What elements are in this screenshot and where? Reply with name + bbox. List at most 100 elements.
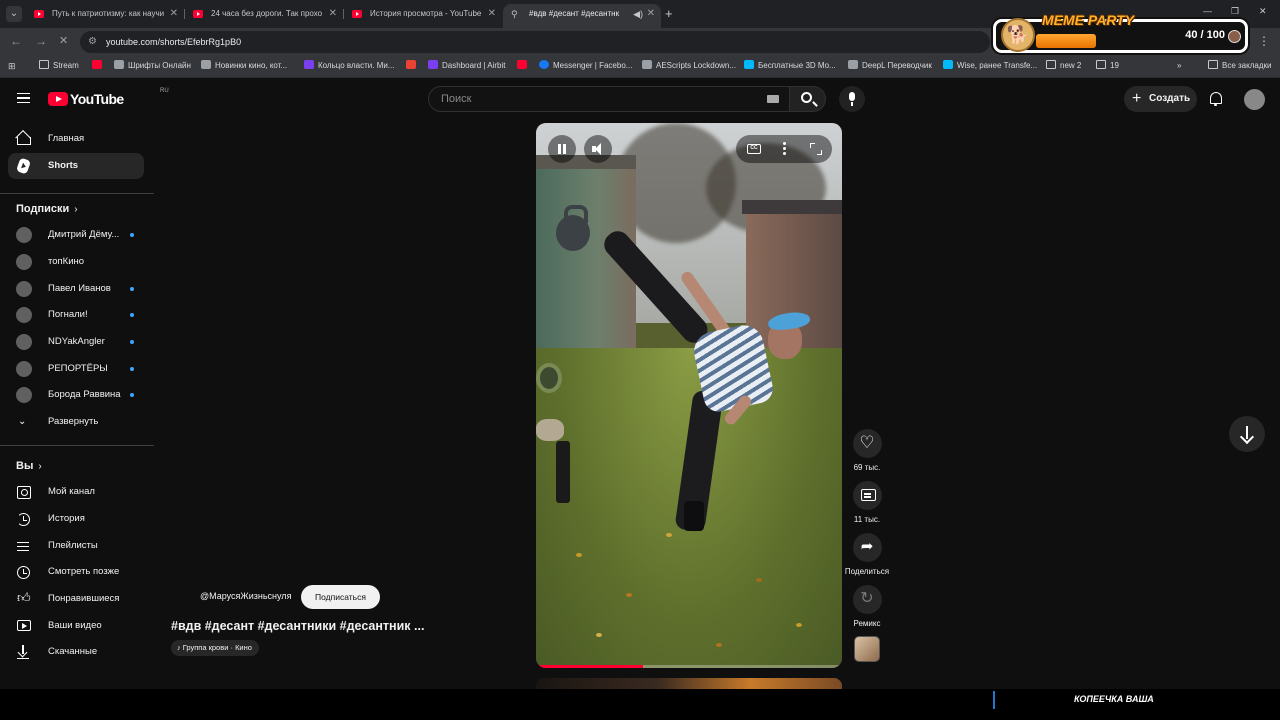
- chevron-down-icon: ⌄: [18, 416, 27, 427]
- bookmarks-bar: ⊞ Stream Шрифты Онлайн Новинки кино, кот…: [0, 56, 1280, 78]
- sidebar-item-shorts[interactable]: Shorts: [8, 153, 144, 179]
- doge-icon: 🐕: [1001, 18, 1035, 52]
- menu-icon[interactable]: [17, 93, 30, 103]
- url-text: youtube.com/shorts/EfebrRg1pB0: [106, 37, 242, 47]
- share-label: Поделиться: [844, 567, 890, 576]
- tab-search-button[interactable]: ⌄: [6, 6, 22, 22]
- chevron-right-icon: ›: [74, 204, 78, 215]
- sidebar-item-subscription[interactable]: Погнали!: [8, 302, 144, 328]
- speaker-icon[interactable]: ◀): [633, 4, 643, 24]
- browser-tab[interactable]: Путь к патриотизму: как научить ✕: [26, 4, 184, 28]
- bookmarks-overflow-button[interactable]: »: [1177, 60, 1181, 72]
- comment-icon: [852, 481, 882, 510]
- restore-icon[interactable]: ❐: [1231, 6, 1239, 17]
- forward-icon[interactable]: →: [35, 34, 47, 48]
- bookmark-item[interactable]: Dashboard | Airbit: [428, 60, 505, 72]
- sidebar-item-downloads[interactable]: Скачанные: [8, 639, 144, 665]
- search-button[interactable]: [790, 86, 826, 112]
- window-close-icon[interactable]: ✕: [1259, 6, 1267, 17]
- sidebar-item-watch-later[interactable]: Смотреть позже: [8, 559, 144, 585]
- channel-avatar: [16, 307, 32, 323]
- purple-icon: [304, 60, 314, 69]
- channel-name[interactable]: @МарусяЖизньснуля: [200, 591, 291, 601]
- sidebar-item-subscription[interactable]: Павел Иванов: [8, 276, 144, 302]
- minimize-icon[interactable]: —: [1203, 6, 1212, 16]
- close-icon[interactable]: ✕: [647, 4, 655, 24]
- bookmark-item[interactable]: [517, 60, 531, 72]
- bookmark-item[interactable]: DeepL Переводчик: [848, 60, 932, 72]
- subscribe-button[interactable]: Подписаться: [301, 585, 380, 609]
- video-progress-fill: [536, 665, 644, 668]
- short-title[interactable]: #вдв #десант #десантники #десантник ...: [171, 619, 424, 633]
- subscriptions-heading[interactable]: Подписки ›: [16, 203, 78, 215]
- sidebar-item-subscription[interactable]: Борода Раввина: [8, 382, 144, 408]
- bookmark-item[interactable]: Кольцо власти. Ми...: [304, 60, 395, 72]
- fullscreen-icon[interactable]: [810, 143, 822, 155]
- keyboard-icon[interactable]: [767, 95, 779, 103]
- pause-icon[interactable]: [548, 135, 576, 163]
- site-info-icon[interactable]: ⚙: [88, 31, 97, 53]
- sidebar-item-subscription[interactable]: РЕПОРТЁРЫ: [8, 356, 144, 382]
- apps-grid-icon[interactable]: ⊞: [8, 61, 16, 72]
- close-icon[interactable]: ✕: [170, 4, 178, 24]
- url-bar[interactable]: ⚙ youtube.com/shorts/EfebrRg1pB0: [80, 31, 990, 53]
- browser-menu-icon[interactable]: ⋮: [1258, 34, 1270, 48]
- plus-icon: +: [1132, 90, 1142, 107]
- comment-count: 11 тыс.: [853, 515, 881, 524]
- sidebar-item-your-videos[interactable]: Ваши видео: [8, 613, 144, 639]
- bookmark-item[interactable]: [92, 60, 106, 72]
- sound-thumbnail[interactable]: [854, 636, 880, 662]
- sidebar-item-expand[interactable]: ⌄ Развернуть: [8, 409, 144, 435]
- sidebar-item-subscription[interactable]: топКино: [8, 249, 144, 275]
- back-icon[interactable]: ←: [10, 34, 22, 48]
- home-icon: [17, 137, 31, 145]
- music-chip[interactable]: ♪ Группа крови · Кино: [171, 640, 259, 656]
- voice-search-icon[interactable]: [839, 86, 865, 112]
- teal-icon: [943, 60, 953, 69]
- browser-tab[interactable]: История просмотра - YouTube ✕: [344, 4, 502, 28]
- captions-icon[interactable]: CC: [747, 144, 761, 154]
- volume-icon[interactable]: [584, 135, 612, 163]
- bookmark-item[interactable]: Stream: [39, 60, 79, 72]
- youtube-header: YouTube RU Поиск + Создать: [0, 78, 1280, 120]
- logo-text: YouTube: [70, 91, 124, 107]
- share-button[interactable]: Поделиться: [844, 533, 890, 576]
- bookmark-item[interactable]: Шрифты Онлайн: [114, 60, 191, 72]
- shorts-video-player[interactable]: CC: [536, 123, 842, 668]
- new-tab-button[interactable]: +: [665, 6, 673, 21]
- next-video-button[interactable]: [1229, 416, 1265, 452]
- comments-button[interactable]: 11 тыс.: [844, 481, 890, 524]
- create-button[interactable]: + Создать: [1124, 86, 1197, 112]
- sidebar-item-subscription[interactable]: Дмитрий Дёму...: [8, 222, 144, 248]
- video-progress-bar[interactable]: [536, 665, 842, 668]
- you-heading[interactable]: Вы ›: [16, 460, 42, 472]
- browser-tab-active[interactable]: ⚲ #вдв #десант #десантнк ◀) ✕: [503, 4, 661, 28]
- notifications-icon[interactable]: [1210, 92, 1222, 106]
- bookmark-item[interactable]: AEScripts Lockdown...: [642, 60, 736, 72]
- bookmark-item[interactable]: Wise, ранее Transfe...: [943, 60, 1037, 72]
- bookmark-item[interactable]: Новинки кино, кот...: [201, 60, 287, 72]
- sidebar-item-liked[interactable]: 👍︎ Понравившиеся: [8, 586, 144, 612]
- stop-icon[interactable]: ✕: [59, 34, 68, 47]
- browser-tab[interactable]: 24 часа без дороги. Так прохо ✕: [185, 4, 343, 28]
- bookmark-item[interactable]: [406, 60, 420, 72]
- more-options-icon[interactable]: [783, 142, 786, 145]
- bookmark-item[interactable]: Messenger | Facebo...: [539, 60, 632, 72]
- red-icon: [92, 60, 102, 69]
- tab-title: #вдв #десант #десантнк: [529, 9, 620, 18]
- like-button[interactable]: 69 тыс.: [844, 429, 890, 472]
- avatar[interactable]: [1244, 89, 1265, 110]
- search-input[interactable]: Поиск: [428, 86, 790, 112]
- bookmark-item[interactable]: Бесплатные 3D Mo...: [744, 60, 836, 72]
- all-bookmarks-button[interactable]: Все закладки: [1208, 60, 1271, 72]
- bookmark-item[interactable]: 19: [1096, 60, 1119, 72]
- sidebar-item-playlists[interactable]: Плейлисты: [8, 533, 144, 559]
- close-icon[interactable]: ✕: [488, 4, 496, 24]
- sidebar-item-my-channel[interactable]: Мой канал: [8, 479, 144, 505]
- close-icon[interactable]: ✕: [329, 4, 337, 24]
- sidebar-item-home[interactable]: Главная: [8, 126, 144, 152]
- sidebar-item-history[interactable]: История: [8, 506, 144, 532]
- sidebar-item-subscription[interactable]: NDYakAngler: [8, 329, 144, 355]
- bookmark-item[interactable]: new 2: [1046, 60, 1081, 72]
- remix-button[interactable]: Ремикс: [844, 585, 890, 628]
